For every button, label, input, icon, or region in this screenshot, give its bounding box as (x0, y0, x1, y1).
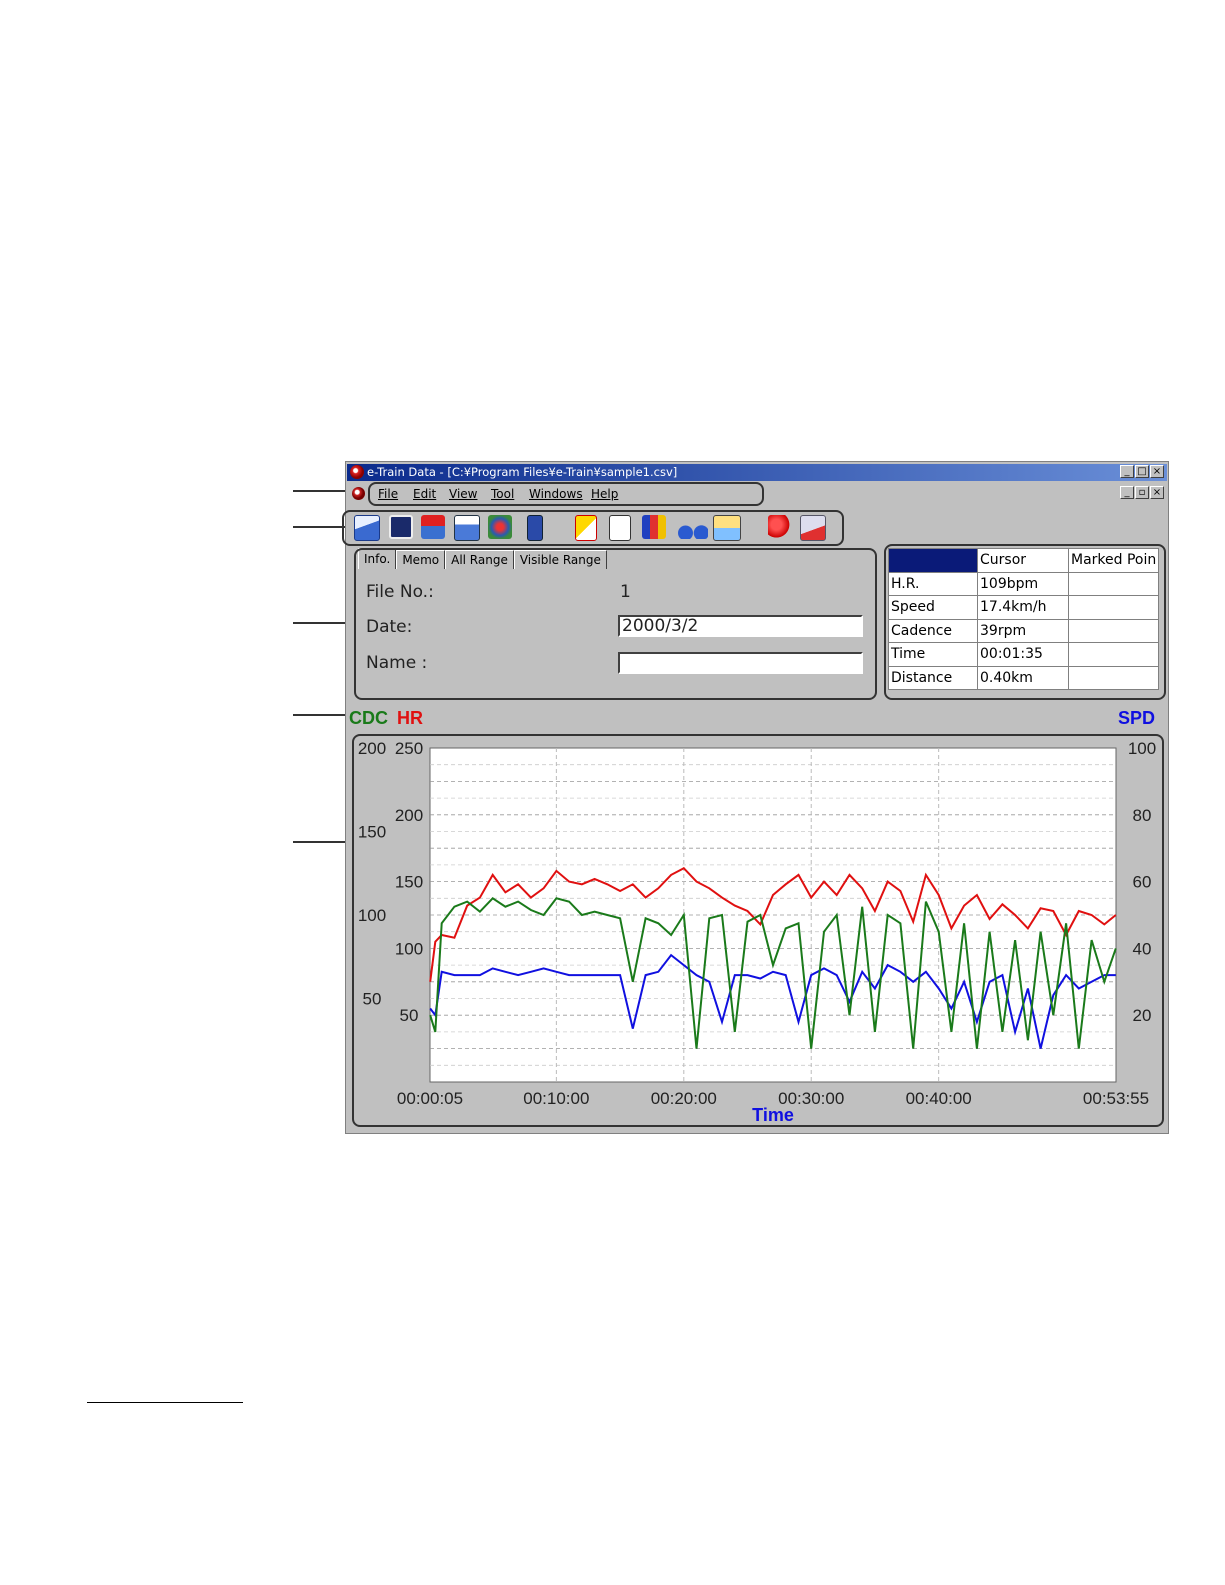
hr-tick-label: 100 (395, 939, 423, 958)
hr-tick-label: 200 (395, 806, 423, 825)
stats-header-marked: Marked Poin (1067, 548, 1160, 573)
tab-visible-range[interactable]: Visible Range (513, 550, 607, 569)
stats-marked-speed (1067, 595, 1160, 620)
x-axis-title: Time (752, 1105, 794, 1125)
stats-label-speed: Speed (888, 595, 978, 620)
cdc-axis-label: CDC (349, 708, 388, 728)
doc-minimize-button[interactable]: _ (1120, 486, 1134, 499)
stats-header-corner (888, 548, 978, 573)
x-tick-label: 00:10:00 (523, 1089, 589, 1108)
tab-info[interactable]: Info. (358, 548, 397, 569)
tab-strip: Info. Memo All Range Visible Range (358, 548, 607, 569)
stats-marked-hr (1067, 571, 1160, 596)
footnote-rule (87, 1402, 243, 1403)
x-tick-label: 00:00:05 (397, 1089, 463, 1108)
exit-door-icon[interactable] (527, 515, 543, 541)
name-field[interactable] (618, 652, 863, 674)
stats-cursor-speed: 17.4km/h (977, 595, 1069, 620)
menu-edit[interactable]: Edit (413, 487, 436, 501)
date-label: Date: (366, 617, 413, 637)
hr-tick-label: 250 (395, 739, 423, 758)
app-window: e-Train Data - [C:¥Program Files¥e-Train… (342, 461, 1169, 1134)
minimize-button[interactable]: _ (1120, 465, 1134, 478)
stats-cursor-distance: 0.40km (977, 665, 1069, 690)
stats-marked-cadence (1067, 618, 1160, 643)
doc-restore-button[interactable]: ▫ (1135, 486, 1149, 499)
open-file-icon[interactable] (354, 515, 380, 541)
cdc-tick-label: 100 (358, 906, 386, 925)
stats-cursor-cadence: 39rpm (977, 618, 1069, 643)
title-bar[interactable]: e-Train Data - [C:¥Program Files¥e-Train… (347, 464, 1167, 481)
name-label: Name : (366, 653, 428, 673)
x-tick-label: 00:20:00 (651, 1089, 717, 1108)
lap-icon[interactable] (800, 515, 826, 541)
file-no-label: File No.: (366, 582, 434, 602)
save-disk-icon[interactable] (389, 515, 413, 539)
callout-line-toolbar (293, 526, 345, 528)
menu-windows[interactable]: Windows (529, 487, 583, 501)
date-field[interactable]: 2000/3/2 (618, 615, 863, 637)
x-tick-label: 00:40:00 (906, 1089, 972, 1108)
print-icon[interactable] (454, 515, 480, 541)
stats-marked-distance (1067, 665, 1160, 690)
window-title: e-Train Data - [C:¥Program Files¥e-Train… (367, 465, 678, 479)
stats-table: Cursor Marked Poin H.R. 109bpm Speed 17.4k… (888, 548, 1160, 690)
info-panel: File No.: 1 Date: 2000/3/2 Name : (358, 569, 868, 689)
stats-label-distance: Distance (888, 665, 978, 690)
spd-axis-label: SPD (1118, 708, 1156, 728)
font-a-icon[interactable] (575, 515, 597, 541)
app-icon[interactable] (350, 465, 364, 479)
menu-view[interactable]: View (449, 487, 477, 501)
chart-svg[interactable]: 00:00:05 00:10:00 00:20:00 00:30:00 00:40:00… (352, 734, 1164, 1126)
maximize-button[interactable]: □ (1135, 465, 1149, 478)
graph-area-icon[interactable] (713, 515, 741, 541)
stats-cursor-hr: 109bpm (977, 571, 1069, 596)
font-compare-icon[interactable] (609, 515, 631, 541)
spd-tick-label: 60 (1133, 873, 1152, 892)
menu-tool[interactable]: Tool (491, 487, 514, 501)
cdc-tick-label: 150 (358, 823, 386, 842)
stats-cursor-time: 00:01:35 (977, 642, 1069, 667)
import-device-icon[interactable] (488, 515, 512, 539)
download-icon[interactable] (421, 515, 445, 539)
toolbar (347, 508, 1167, 544)
cdc-tick-label: 50 (363, 990, 382, 1009)
cdc-tick-label: 200 (358, 739, 386, 758)
hr-tick-label: 150 (395, 873, 423, 892)
file-no-value: 1 (620, 582, 631, 602)
tab-all-range[interactable]: All Range (445, 550, 514, 569)
color-grid-icon[interactable] (642, 515, 666, 539)
heart-icon[interactable] (768, 515, 792, 539)
menu-file[interactable]: File (378, 487, 398, 501)
stats-marked-time (1067, 642, 1160, 667)
close-button[interactable]: × (1150, 465, 1164, 478)
doc-close-button[interactable]: × (1150, 486, 1164, 499)
stats-header-cursor: Cursor (977, 548, 1069, 573)
document-icon[interactable] (352, 487, 365, 500)
menu-bar: File Edit View Tool Windows Help _ ▫ × (347, 484, 1167, 503)
hr-tick-label: 50 (400, 1006, 419, 1025)
spd-tick-label: 100 (1128, 739, 1156, 758)
cyclist-icon[interactable] (678, 515, 708, 539)
chart-panel[interactable]: 00:00:05 00:10:00 00:20:00 00:30:00 00:40:00… (352, 734, 1164, 1126)
stats-label-cadence: Cadence (888, 618, 978, 643)
callout-line-chart (293, 841, 353, 843)
x-tick-label: 00:53:55 (1083, 1089, 1149, 1108)
tab-memo[interactable]: Memo (396, 550, 446, 569)
stats-label-hr: H.R. (888, 571, 978, 596)
spd-tick-label: 20 (1133, 1006, 1152, 1025)
hr-axis-label: HR (397, 708, 423, 728)
spd-tick-label: 80 (1133, 806, 1152, 825)
spd-tick-label: 40 (1133, 939, 1152, 958)
menu-help[interactable]: Help (591, 487, 618, 501)
stats-label-time: Time (888, 642, 978, 667)
